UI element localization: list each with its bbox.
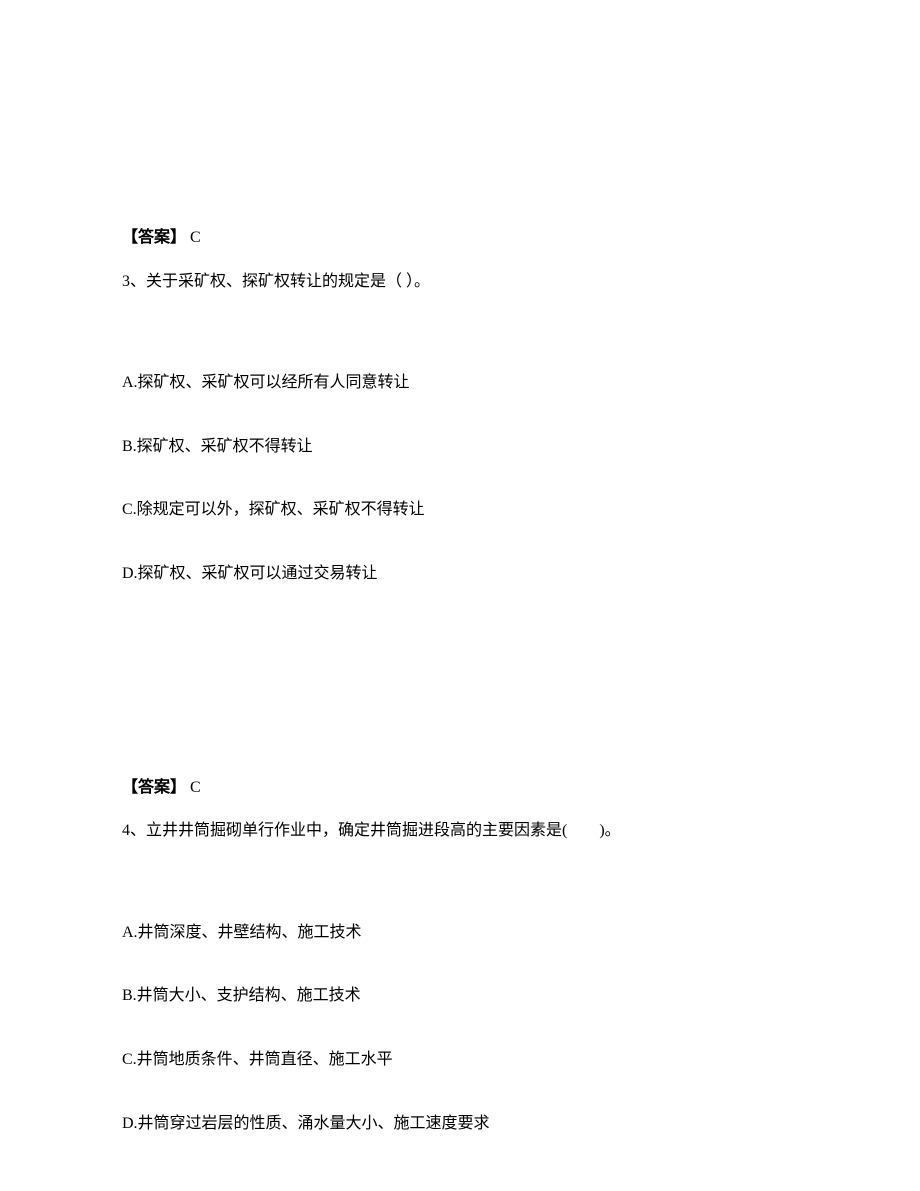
question-3: 3、关于采矿权、探矿权转让的规定是（ ）。 [122,269,798,295]
answer-label-1: 【答案】 [122,229,186,246]
answer-block-2: 【答案】 C [122,775,798,801]
question-4: 4、立井井筒掘砌单行作业中，确定井筒掘进段高的主要因素是( )。 [122,818,798,844]
answer-block-1: 【答案】 C [122,225,798,251]
question-4-option-a: A.井筒深度、井壁结构、施工技术 [122,920,798,946]
question-4-option-b: B.井筒大小、支护结构、施工技术 [122,983,798,1009]
question-3-text: 关于采矿权、探矿权转让的规定是（ ）。 [146,273,430,290]
question-3-option-c: C.除规定可以外，探矿权、采矿权不得转让 [122,497,798,523]
question-4-text: 立井井筒掘砌单行作业中，确定井筒掘进段高的主要因素是( )。 [146,822,621,839]
question-3-option-b: B.探矿权、采矿权不得转让 [122,434,798,460]
answer-value-1: C [186,229,201,246]
question-4-option-c: C.井筒地质条件、井筒直径、施工水平 [122,1047,798,1073]
question-4-option-d: D.井筒穿过岩层的性质、涌水量大小、施工速度要求 [122,1111,798,1137]
question-3-option-a: A.探矿权、采矿权可以经所有人同意转让 [122,370,798,396]
question-3-number: 3、 [122,273,146,290]
question-4-number: 4、 [122,822,146,839]
answer-value-2: C [186,779,201,796]
document-content: 【答案】 C 3、关于采矿权、探矿权转让的规定是（ ）。 A.探矿权、采矿权可以… [122,225,798,1174]
question-3-option-d: D.探矿权、采矿权可以通过交易转让 [122,561,798,587]
answer-label-2: 【答案】 [122,779,186,796]
